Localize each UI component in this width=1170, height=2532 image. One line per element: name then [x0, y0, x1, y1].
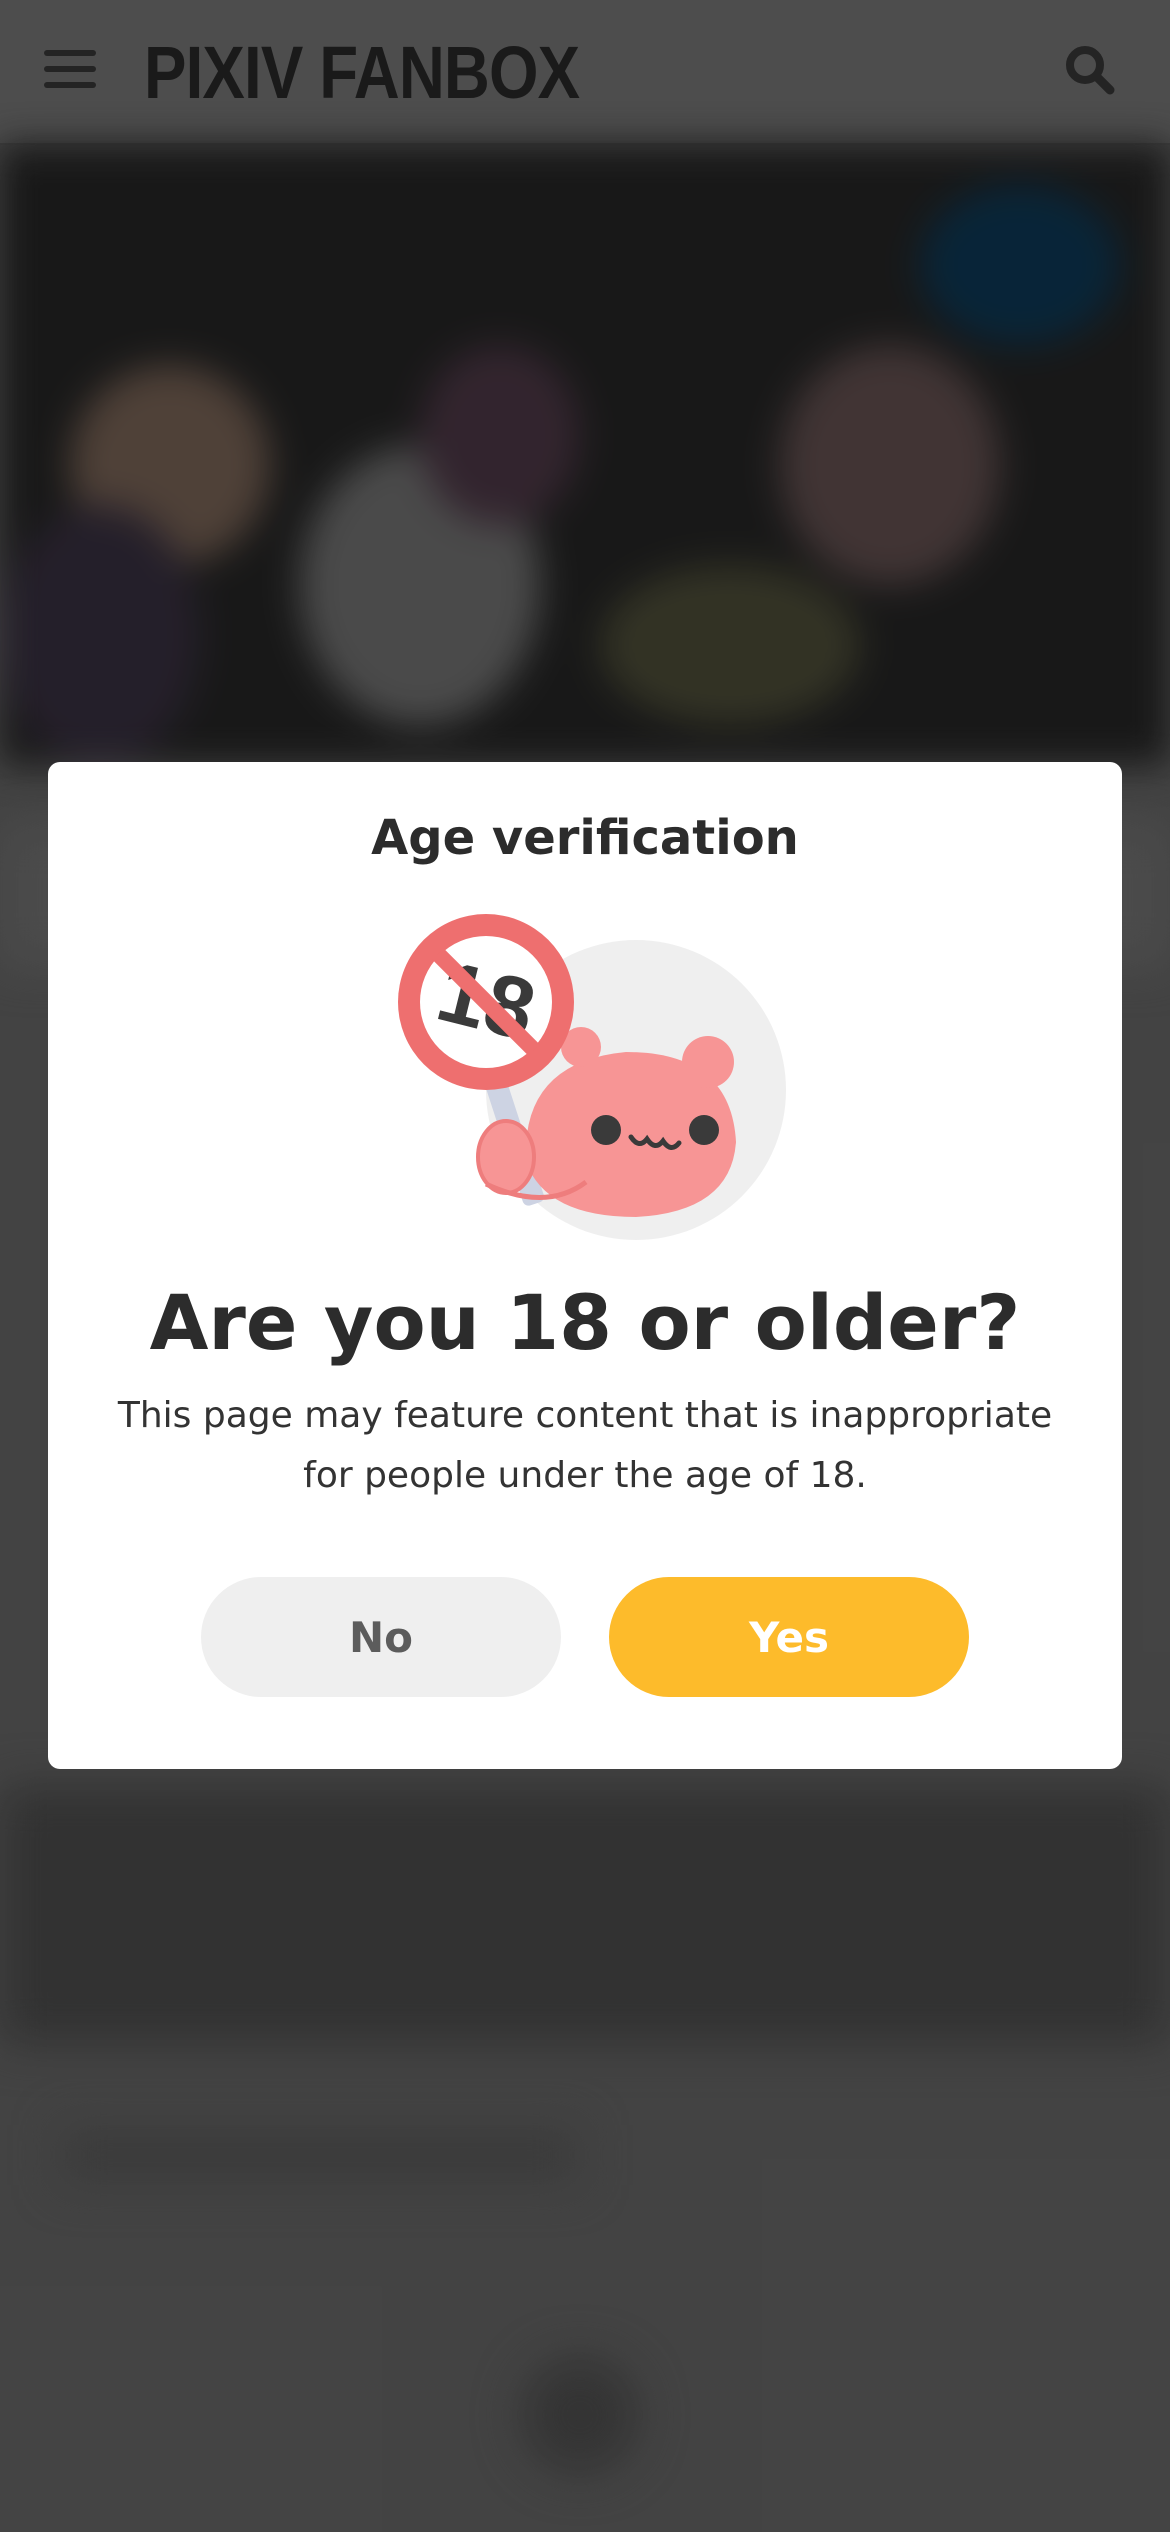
no-button[interactable]: No	[201, 1577, 561, 1697]
age-question: Are you 18 or older?	[149, 1278, 1021, 1367]
dialog-title: Age verification	[371, 810, 799, 866]
dialog-description: This page may feature content that is in…	[108, 1386, 1062, 1506]
yes-button[interactable]: Yes	[609, 1577, 969, 1697]
description-line-1: This page may feature content that is in…	[117, 1395, 1053, 1436]
description-line-2: for people under the age of 18.	[303, 1455, 867, 1496]
under-18-prohibited-mascot-icon: 18	[386, 912, 786, 1242]
page: PIXIV FANBOX Age verification Are you 18…	[0, 0, 1170, 2532]
age-verification-dialog: Age verification Are you 18 or older? Th…	[48, 762, 1122, 1769]
